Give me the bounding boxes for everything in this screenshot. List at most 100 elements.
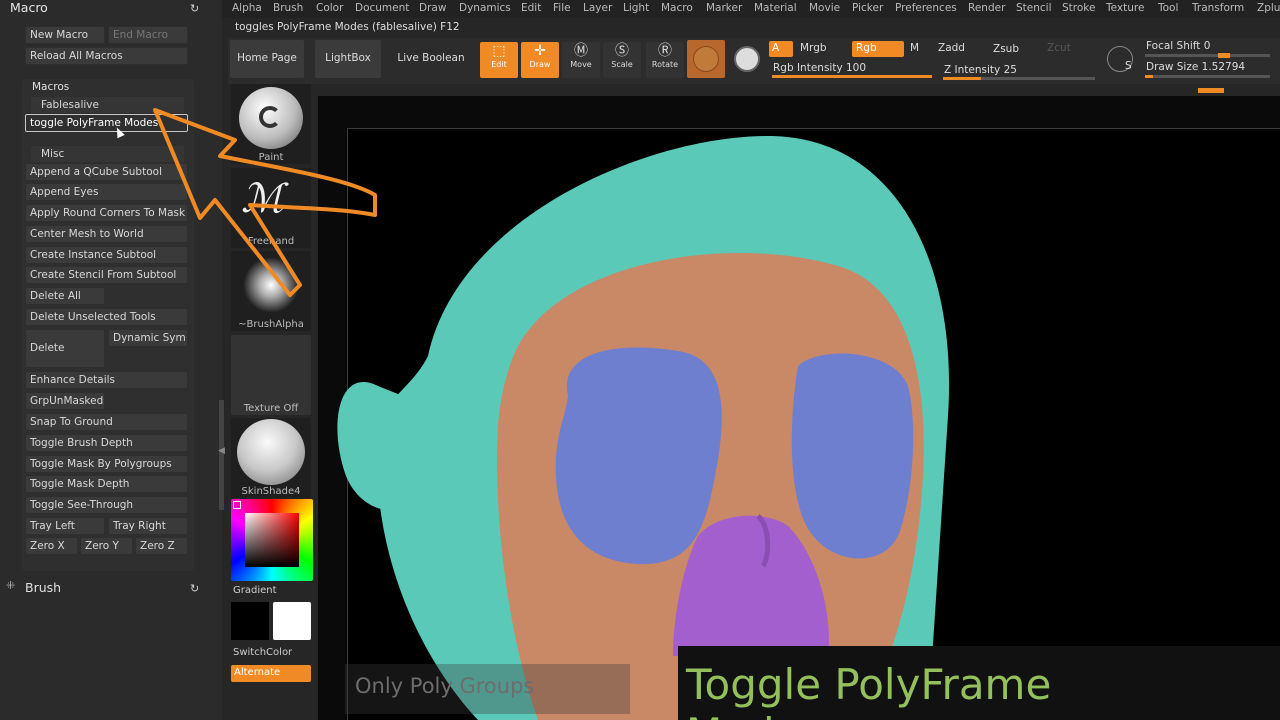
status-text: toggles PolyFrame Modes (fablesalive) F1… <box>235 21 460 33</box>
color-picker-square[interactable] <box>245 513 299 567</box>
menu-item-marker[interactable]: Marker <box>706 2 742 14</box>
macro-zero-y-button[interactable]: Zero Y <box>80 537 133 555</box>
macro-toggle-mask-by-polygroups-button[interactable]: Toggle Mask By Polygroups <box>25 455 188 473</box>
menu-item-material[interactable]: Material <box>754 2 797 14</box>
menu-item-light[interactable]: Light <box>623 2 649 14</box>
reload-all-macros-button[interactable]: Reload All Macros <box>25 47 188 65</box>
menu-item-movie[interactable]: Movie <box>809 2 840 14</box>
draw-size-slider[interactable] <box>1145 75 1270 78</box>
menu-item-preferences[interactable]: Preferences <box>895 2 957 14</box>
draw-label: Draw <box>529 60 551 69</box>
m-button[interactable]: M <box>910 42 919 54</box>
drag-handle-icon[interactable]: ⁜ <box>6 579 15 592</box>
zadd-button[interactable]: Zadd <box>938 42 965 54</box>
menu-item-tool[interactable]: Tool <box>1158 2 1178 14</box>
menu-item-layer[interactable]: Layer <box>583 2 612 14</box>
macro-zero-x-button[interactable]: Zero X <box>25 537 78 555</box>
menu-item-edit[interactable]: Edit <box>521 2 541 14</box>
menu-item-picker[interactable]: Picker <box>852 2 883 14</box>
menu-item-macro[interactable]: Macro <box>661 2 693 14</box>
move-button[interactable]: Ⓜ Move <box>562 42 600 78</box>
macros-header[interactable]: Macros <box>32 81 69 93</box>
macro-toggle-brush-depth-button[interactable]: Toggle Brush Depth <box>25 434 188 452</box>
home-page-button[interactable]: Home Page <box>230 40 304 78</box>
right-eye-socket <box>791 353 914 559</box>
macro-delete-unselected-tools-button[interactable]: Delete Unselected Tools <box>25 308 188 326</box>
material-tile[interactable]: SkinShade4 <box>231 418 311 498</box>
z-intensity-fill <box>943 77 981 80</box>
zbrush-window: Macro ↻ New Macro End Macro Reload All M… <box>0 0 1280 720</box>
menu-item-dynamics[interactable]: Dynamics <box>459 2 511 14</box>
menu-item-render[interactable]: Render <box>968 2 1005 14</box>
a-button[interactable]: A <box>769 41 793 57</box>
zsub-button[interactable]: Zsub <box>993 43 1019 55</box>
zcut-button[interactable]: Zcut <box>1047 42 1071 54</box>
gradient-label[interactable]: Gradient <box>233 585 277 596</box>
only-poly-groups-ghost: Only Poly Groups <box>345 664 630 714</box>
brush-alpha-label: ~BrushAlpha <box>238 319 304 330</box>
menu-item-brush[interactable]: Brush <box>273 2 303 14</box>
menu-item-stencil[interactable]: Stencil <box>1016 2 1052 14</box>
live-boolean-button[interactable]: Live Boolean <box>392 40 470 78</box>
macro-grpunmasked-button[interactable]: GrpUnMasked <box>25 392 105 410</box>
rotate-label: Rotate <box>651 60 679 69</box>
edit-icon: ⬚ <box>492 43 506 59</box>
color-mode-icon[interactable] <box>734 46 760 72</box>
lightbox-button[interactable]: LightBox <box>315 40 381 78</box>
primary-color-swatch[interactable] <box>231 602 269 640</box>
scale-button[interactable]: Ⓢ Scale <box>603 42 641 78</box>
draw-size-label[interactable]: Draw Size 1.52794 <box>1146 61 1245 73</box>
macro-dynamic-sym-button[interactable]: Dynamic Sym <box>108 329 188 347</box>
texture-tile[interactable]: Texture Off <box>231 335 311 415</box>
z-intensity-label[interactable]: Z Intensity 25 <box>944 64 1017 76</box>
rotate-icon: Ⓡ <box>658 43 672 59</box>
menu-item-texture[interactable]: Texture <box>1106 2 1144 14</box>
macro-snap-to-ground-button[interactable]: Snap To Ground <box>25 413 188 431</box>
macro-enhance-details-button[interactable]: Enhance Details <box>25 371 188 389</box>
end-macro-button[interactable]: End Macro <box>108 26 188 44</box>
alternate-button[interactable]: Alternate <box>231 665 311 682</box>
menu-item-file[interactable]: File <box>553 2 571 14</box>
mrgb-button[interactable]: Mrgb <box>800 42 827 54</box>
focal-shift-slider[interactable] <box>1145 54 1270 57</box>
macro-delete-button[interactable]: Delete <box>25 329 105 368</box>
scroll-indicator[interactable] <box>1198 88 1224 93</box>
brush-palette-title[interactable]: Brush <box>25 580 61 595</box>
focal-shift-label[interactable]: Focal Shift 0 <box>1146 40 1210 52</box>
menu-item-document[interactable]: Document <box>355 2 409 14</box>
draw-icon: ✛ <box>534 43 546 59</box>
move-label: Move <box>570 60 592 69</box>
macro-tray-right-button[interactable]: Tray Right <box>108 517 188 535</box>
draw-button[interactable]: ✛ Draw <box>521 42 559 78</box>
menu-item-zplu[interactable]: Zplu <box>1257 2 1280 14</box>
main-menu-bar: Alpha Brush Color Document Draw Dynamics Edit F… <box>222 0 1280 18</box>
menu-item-color[interactable]: Color <box>316 2 343 14</box>
menu-item-transform[interactable]: Transform <box>1192 2 1244 14</box>
z-intensity-slider[interactable] <box>943 77 1095 80</box>
head-model[interactable] <box>318 96 1280 720</box>
edit-button[interactable]: ⬚ Edit <box>480 42 518 78</box>
macro-palette-title[interactable]: Macro <box>10 0 48 15</box>
rgb-intensity-slider[interactable] <box>772 75 932 78</box>
menu-item-alpha[interactable]: Alpha <box>232 2 262 14</box>
macro-delete-all-button[interactable]: Delete All <box>25 287 105 305</box>
secondary-color-swatch[interactable] <box>273 602 311 640</box>
brush-refresh-icon[interactable]: ↻ <box>190 582 199 595</box>
rgb-intensity-label[interactable]: Rgb Intensity 100 <box>773 62 866 74</box>
menu-item-draw[interactable]: Draw <box>419 2 446 14</box>
macro-toggle-see-through-button[interactable]: Toggle See-Through <box>25 496 188 514</box>
palette-refresh-icon[interactable]: ↻ <box>190 2 199 15</box>
macro-toggle-mask-depth-button[interactable]: Toggle Mask Depth <box>25 475 188 493</box>
skinshade-label: SkinShade4 <box>241 486 301 497</box>
switch-color-label[interactable]: SwitchColor <box>233 647 292 658</box>
material-button[interactable] <box>687 40 725 78</box>
rotate-button[interactable]: Ⓡ Rotate <box>646 42 684 78</box>
rgb-button[interactable]: Rgb <box>852 41 904 57</box>
menu-item-stroke[interactable]: Stroke <box>1062 2 1095 14</box>
color-picker[interactable] <box>231 499 313 581</box>
new-macro-button[interactable]: New Macro <box>25 26 105 44</box>
tray-collapse-icon[interactable]: ◀ <box>218 446 225 456</box>
macro-tray-left-button[interactable]: Tray Left <box>25 517 105 535</box>
macro-zero-z-button[interactable]: Zero Z <box>135 537 188 555</box>
texture-off-label: Texture Off <box>243 403 299 414</box>
